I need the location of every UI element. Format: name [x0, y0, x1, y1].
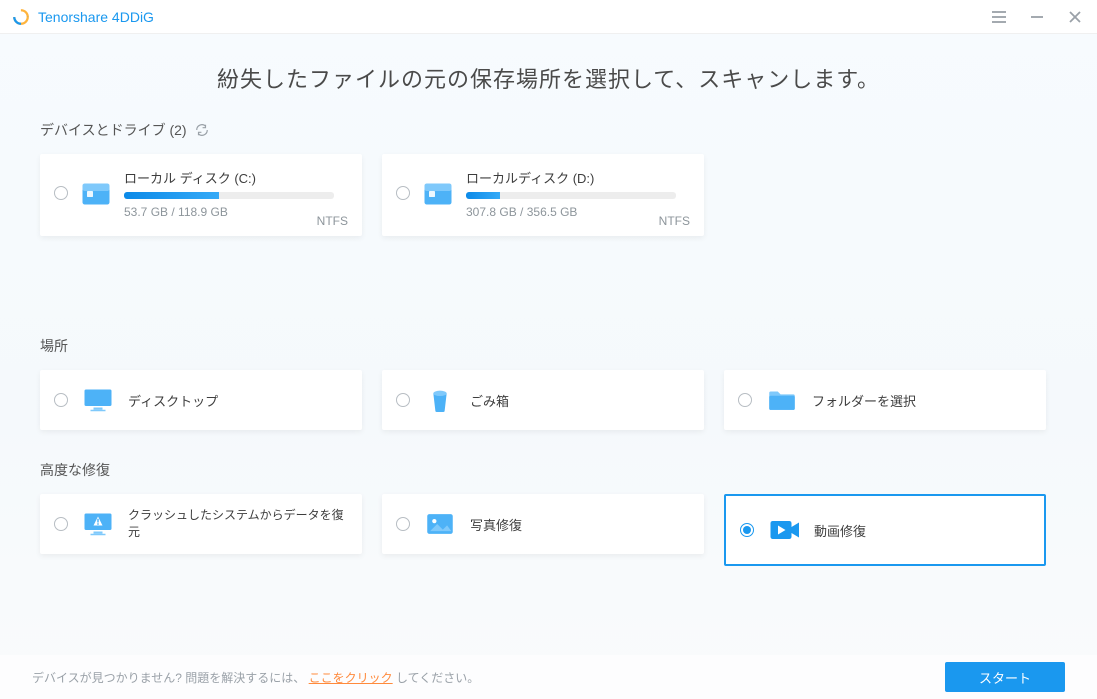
section-locations-label: 場所	[40, 336, 68, 356]
window-controls	[991, 9, 1083, 25]
monitor-icon	[80, 382, 116, 418]
location-label: ディスクトップ	[128, 391, 218, 410]
drive-card-d[interactable]: ローカルディスク (D:) 307.8 GB / 356.5 GB NTFS	[382, 154, 704, 236]
brand: Tenorshare 4DDiG	[12, 8, 154, 26]
drive-name: ローカルディスク (D:)	[466, 168, 690, 187]
location-choose-folder[interactable]: フォルダーを選択	[724, 370, 1046, 430]
brand-logo-icon	[12, 8, 30, 26]
location-label: ごみ箱	[470, 391, 509, 410]
advanced-label: クラッシュしたシステムからデータを復元	[128, 507, 348, 541]
section-drives-title: デバイスとドライブ (2)	[40, 120, 1057, 140]
footer-link[interactable]: ここをクリック	[309, 671, 393, 685]
advanced-crashed-system[interactable]: クラッシュしたシステムからデータを復元	[40, 494, 362, 554]
drives-row: ローカル ディスク (C:) 53.7 GB / 118.9 GB NTFS ロ…	[40, 154, 1057, 236]
trash-icon	[422, 382, 458, 418]
minimize-icon[interactable]	[1029, 9, 1045, 25]
location-recycle-bin[interactable]: ごみ箱	[382, 370, 704, 430]
start-button[interactable]: スタート	[945, 662, 1065, 692]
drive-name: ローカル ディスク (C:)	[124, 168, 348, 187]
section-advanced-label: 高度な修復	[40, 460, 110, 480]
drive-fs: NTFS	[317, 214, 348, 228]
image-icon	[422, 506, 458, 542]
usage-bar	[466, 192, 676, 199]
footer-text: デバイスが見つかりません? 問題を解決するには、 ここをクリック してください。	[32, 669, 479, 686]
advanced-row: クラッシュしたシステムからデータを復元 写真修復 動画修復	[40, 494, 1057, 566]
radio-video[interactable]	[740, 523, 754, 537]
section-locations-title: 場所	[40, 336, 1057, 356]
hdd-icon	[420, 176, 456, 212]
radio-photo[interactable]	[396, 517, 410, 531]
location-label: フォルダーを選択	[812, 391, 916, 410]
advanced-photo-repair[interactable]: 写真修復	[382, 494, 704, 554]
drive-stats: 53.7 GB / 118.9 GB	[124, 205, 348, 219]
radio-drive-d[interactable]	[396, 186, 410, 200]
locations-row: ディスクトップ ごみ箱 フォルダーを選択	[40, 370, 1057, 430]
titlebar: Tenorshare 4DDiG	[0, 0, 1097, 34]
usage-bar	[124, 192, 334, 199]
refresh-icon[interactable]	[195, 123, 209, 137]
crashed-monitor-icon	[80, 506, 116, 542]
drive-fs: NTFS	[659, 214, 690, 228]
brand-name: Tenorshare 4DDiG	[38, 9, 154, 25]
usage-bar-fill	[466, 192, 500, 199]
drive-body: ローカルディスク (D:) 307.8 GB / 356.5 GB	[466, 166, 690, 219]
page-title: 紛失したファイルの元の保存場所を選択して、スキャンします。	[40, 62, 1057, 94]
location-desktop[interactable]: ディスクトップ	[40, 370, 362, 430]
footer: デバイスが見つかりません? 問題を解決するには、 ここをクリック してください。…	[0, 655, 1097, 699]
section-drives-label: デバイスとドライブ (2)	[40, 120, 187, 140]
radio-folder[interactable]	[738, 393, 752, 407]
main-content: 紛失したファイルの元の保存場所を選択して、スキャンします。 デバイスとドライブ …	[0, 34, 1097, 566]
advanced-label: 写真修復	[470, 515, 522, 534]
advanced-video-repair[interactable]: 動画修復	[724, 494, 1046, 566]
hdd-icon	[78, 176, 114, 212]
drive-card-c[interactable]: ローカル ディスク (C:) 53.7 GB / 118.9 GB NTFS	[40, 154, 362, 236]
radio-crashed[interactable]	[54, 517, 68, 531]
menu-icon[interactable]	[991, 9, 1007, 25]
drive-stats: 307.8 GB / 356.5 GB	[466, 205, 690, 219]
folder-icon	[764, 382, 800, 418]
advanced-label: 動画修復	[814, 521, 866, 540]
close-icon[interactable]	[1067, 9, 1083, 25]
usage-bar-fill	[124, 192, 219, 199]
section-advanced-title: 高度な修復	[40, 460, 1057, 480]
drive-body: ローカル ディスク (C:) 53.7 GB / 118.9 GB	[124, 166, 348, 219]
video-icon	[766, 512, 802, 548]
radio-desktop[interactable]	[54, 393, 68, 407]
radio-recycle[interactable]	[396, 393, 410, 407]
radio-drive-c[interactable]	[54, 186, 68, 200]
